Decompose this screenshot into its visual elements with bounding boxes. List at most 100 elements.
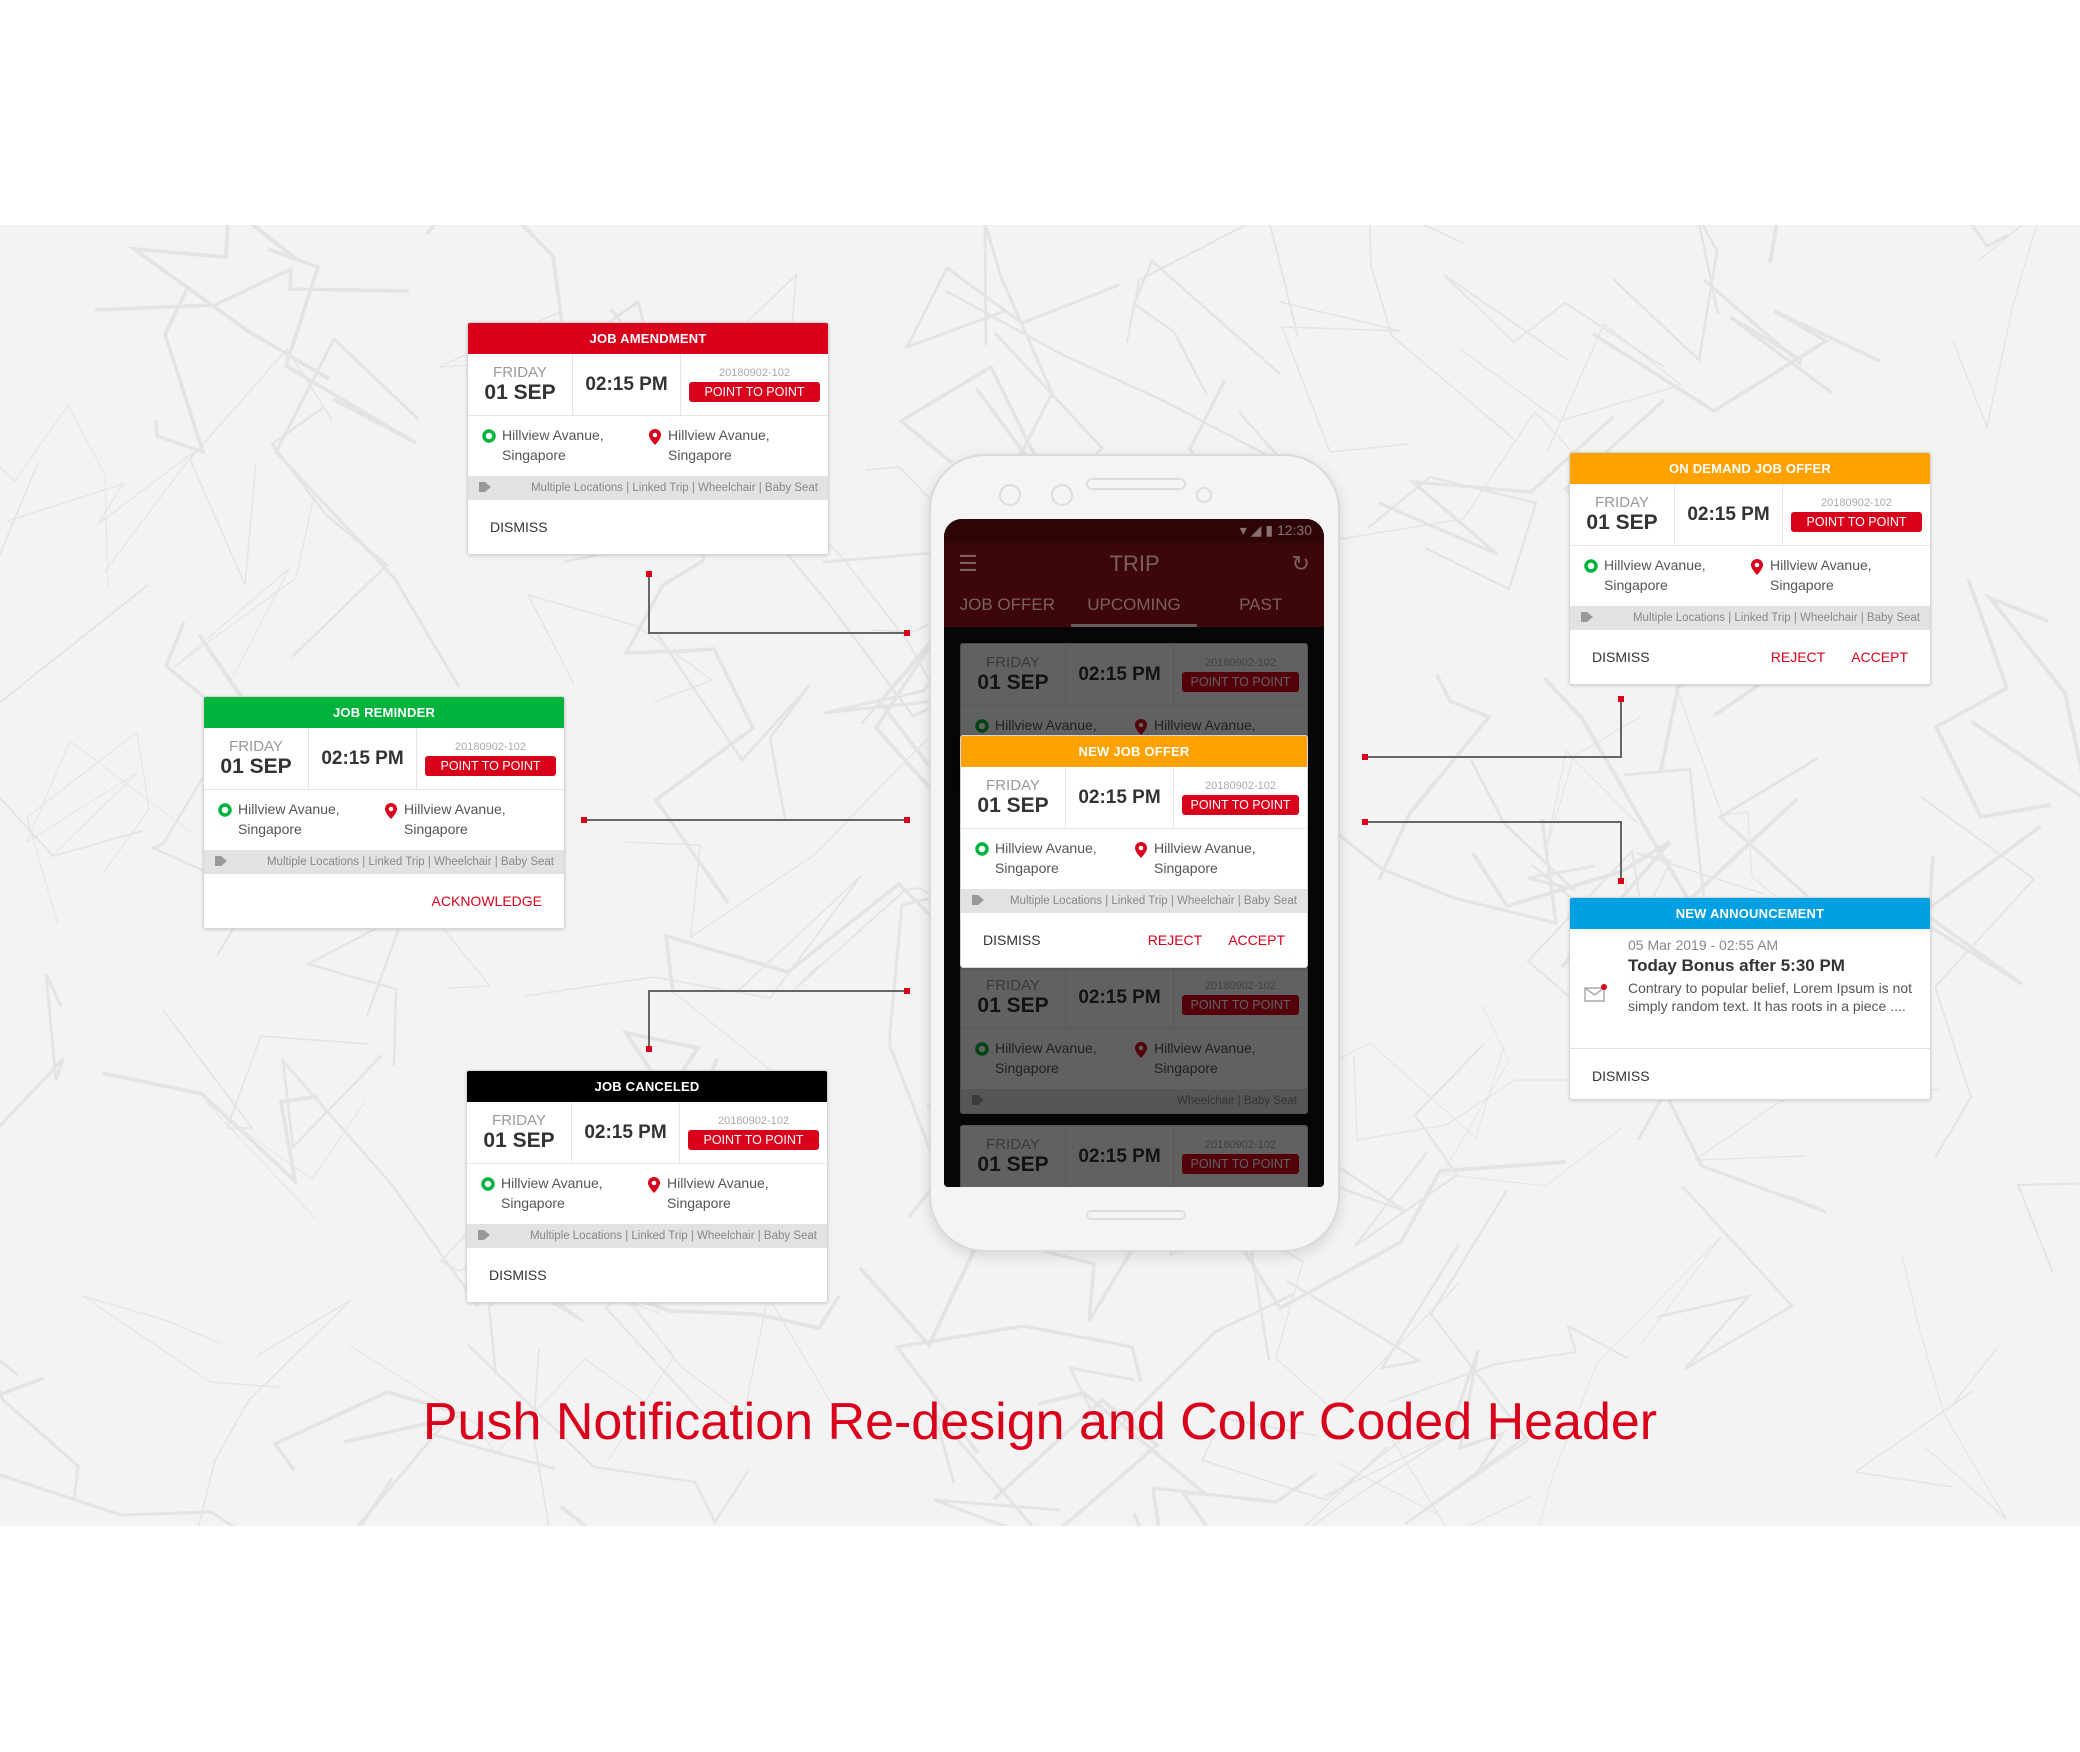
camera-icon — [1051, 484, 1073, 506]
time-column: 02:15 PM — [1066, 767, 1174, 828]
tags-bar: Multiple Locations | Linked Trip | Wheel… — [961, 889, 1307, 913]
accept-button[interactable]: ACCEPT — [1228, 932, 1285, 948]
reject-button[interactable]: REJECT — [1148, 932, 1202, 948]
type-column: 20180902-102 POINT TO POINT — [680, 1102, 827, 1163]
screen-title: TRIP — [1109, 551, 1160, 576]
dropoff-address: Hillview Avanue, Singapore — [667, 1175, 769, 1211]
home-bar — [1086, 1210, 1186, 1220]
reject-button[interactable]: REJECT — [1771, 649, 1825, 665]
trip-date: 01 SEP — [1586, 511, 1658, 534]
app-bar: ▾ ◢ ▮ 12:30 ☰ TRIP ↻ JOB OFFER UPCOMING PA… — [944, 519, 1324, 627]
acknowledge-button[interactable]: ACKNOWLEDGE — [432, 893, 542, 909]
dismiss-button[interactable]: DISMISS — [490, 519, 548, 535]
tab-job-offer[interactable]: JOB OFFER — [944, 585, 1071, 627]
card-header: NEW ANNOUNCEMENT — [1570, 898, 1930, 929]
card-header: JOB AMENDMENT — [468, 323, 828, 354]
refresh-icon[interactable]: ↻ — [1292, 551, 1310, 577]
type-column: 20180902-102 POINT TO POINT — [1783, 484, 1930, 545]
wifi-icon: ▾ — [1239, 522, 1247, 538]
pickup-location: Hillview Avanue, Singapore — [482, 425, 648, 467]
job-amendment-card: JOB AMENDMENT FRIDAY 01 SEP 02:15 PM 2018090… — [467, 322, 829, 555]
pickup-address: Hillview Avanue, Singapore — [501, 1175, 603, 1211]
trip-time: 02:15 PM — [321, 747, 404, 769]
mail-icon — [1584, 937, 1628, 1048]
trip-day: FRIDAY — [492, 1112, 546, 1129]
trip-tags: Multiple Locations | Linked Trip | Wheel… — [1009, 895, 1297, 907]
dismiss-button[interactable]: DISMISS — [489, 1267, 547, 1283]
trip-info-row: FRIDAY01 SEP 02:15 PM 20180902-102 POINT TO… — [468, 354, 828, 416]
trip-info-row: FRIDAY01 SEP 02:15 PM 20180902-102 POINT TO… — [961, 767, 1307, 829]
dropoff-pin-icon — [647, 1176, 663, 1215]
trip-type-badge: POINT TO POINT — [689, 382, 820, 402]
job-reminder-card: JOB REMINDER FRIDAY 01 SEP 02:15 PM 20180902… — [203, 696, 565, 929]
dropoff-pin-icon — [1134, 841, 1150, 880]
pickup-location: Hillview Avanue, Singapore — [975, 838, 1134, 880]
pickup-address: Hillview Avanue, Singapore — [502, 427, 604, 463]
dismiss-button[interactable]: DISMISS — [983, 932, 1041, 948]
pickup-address: Hillview Avanue, Singapore — [238, 801, 340, 837]
sensor — [1196, 487, 1212, 503]
dropoff-address: Hillview Avanue, Singapore — [1770, 557, 1872, 593]
date-column: FRIDAY01 SEP — [467, 1102, 572, 1163]
menu-icon[interactable]: ☰ — [958, 551, 978, 577]
trip-time: 02:15 PM — [585, 373, 668, 395]
card-header: JOB CANCELED — [467, 1071, 827, 1102]
trip-type-badge: POINT TO POINT — [425, 756, 556, 776]
trip-time: 02:15 PM — [584, 1121, 667, 1143]
pickup-address: Hillview Avanue, Singapore — [995, 840, 1097, 876]
announcement-body: Contrary to popular belief, Lorem Ipsum … — [1628, 980, 1913, 1014]
pickup-pin-icon — [218, 802, 234, 841]
tag-icon — [1580, 611, 1594, 626]
trip-date: 01 SEP — [977, 794, 1049, 817]
pickup-location: Hillview Avanue, Singapore — [481, 1173, 647, 1215]
trip-id: 20180902-102 — [719, 367, 790, 379]
date-column: FRIDAY01 SEP — [468, 354, 573, 415]
tags-bar: Multiple Locations | Linked Trip | Wheel… — [467, 1224, 827, 1248]
trip-date: 01 SEP — [220, 755, 292, 778]
dropoff-location: Hillview Avanue, Singapore — [1134, 838, 1293, 880]
tags-bar: Multiple Locations | Linked Trip | Wheel… — [468, 476, 828, 500]
trip-day: FRIDAY — [986, 777, 1040, 794]
trip-date: 01 SEP — [484, 381, 556, 404]
accept-button[interactable]: ACCEPT — [1851, 649, 1908, 665]
date-column: FRIDAY01 SEP — [204, 728, 309, 789]
trip-day: FRIDAY — [229, 738, 283, 755]
type-column: 20180902-102 POINT TO POINT — [417, 728, 564, 789]
address-row: Hillview Avanue, Singapore Hillview Avanu… — [468, 416, 828, 476]
trip-time: 02:15 PM — [1078, 786, 1161, 808]
dismiss-button[interactable]: DISMISS — [1592, 1068, 1650, 1084]
dropoff-location: Hillview Avanue, Singapore — [648, 425, 814, 467]
trip-date: 01 SEP — [483, 1129, 555, 1152]
address-row: Hillview Avanue, Singapore Hillview Avanu… — [204, 790, 564, 850]
new-job-offer-card: NEW JOB OFFER FRIDAY 01 SEP 02:15 PM 2018090… — [960, 735, 1308, 968]
tag-icon — [214, 855, 228, 870]
address-row: Hillview Avanue, Singapore Hillview Avanu… — [961, 829, 1307, 889]
tag-icon — [477, 1229, 491, 1244]
time-column: 02:15 PM — [1675, 484, 1783, 545]
action-row: DISMISS — [467, 1248, 827, 1302]
card-header: NEW JOB OFFER — [961, 736, 1307, 767]
dropoff-location: Hillview Avanue, Singapore — [1750, 555, 1916, 597]
dismiss-button[interactable]: DISMISS — [1592, 649, 1650, 665]
time-column: 02:15 PM — [572, 1102, 680, 1163]
dropoff-address: Hillview Avanue, Singapore — [404, 801, 506, 837]
new-announcement-card: NEW ANNOUNCEMENT 05 Mar 2019 - 02:55 AM … — [1569, 897, 1931, 1100]
dropoff-location: Hillview Avanue, Singapore — [647, 1173, 813, 1215]
trip-type-badge: POINT TO POINT — [1791, 512, 1922, 532]
trip-info-row: FRIDAY01 SEP 02:15 PM 20180902-102 POINT TO… — [467, 1102, 827, 1164]
trip-day: FRIDAY — [1595, 494, 1649, 511]
trip-tags: Multiple Locations | Linked Trip | Wheel… — [529, 1230, 817, 1242]
announcement-subject: Today Bonus after 5:30 PM — [1628, 956, 1845, 975]
address-row: Hillview Avanue, Singapore Hillview Avanu… — [467, 1164, 827, 1224]
pickup-address: Hillview Avanue, Singapore — [1604, 557, 1706, 593]
tab-upcoming[interactable]: UPCOMING — [1070, 585, 1198, 627]
tab-past[interactable]: PAST — [1197, 585, 1324, 627]
pickup-pin-icon — [1584, 558, 1600, 597]
action-row: DISMISS — [468, 500, 828, 554]
trip-id: 20180902-102 — [455, 741, 526, 753]
phone-screen: ▾ ◢ ▮ 12:30 ☰ TRIP ↻ JOB OFFER UPCOMING PA… — [944, 519, 1324, 1187]
action-row: DISMISS REJECT ACCEPT — [961, 913, 1307, 967]
date-column: FRIDAY01 SEP — [1570, 484, 1675, 545]
dropoff-address: Hillview Avanue, Singapore — [668, 427, 770, 463]
dropoff-address: Hillview Avanue, Singapore — [1154, 840, 1256, 876]
